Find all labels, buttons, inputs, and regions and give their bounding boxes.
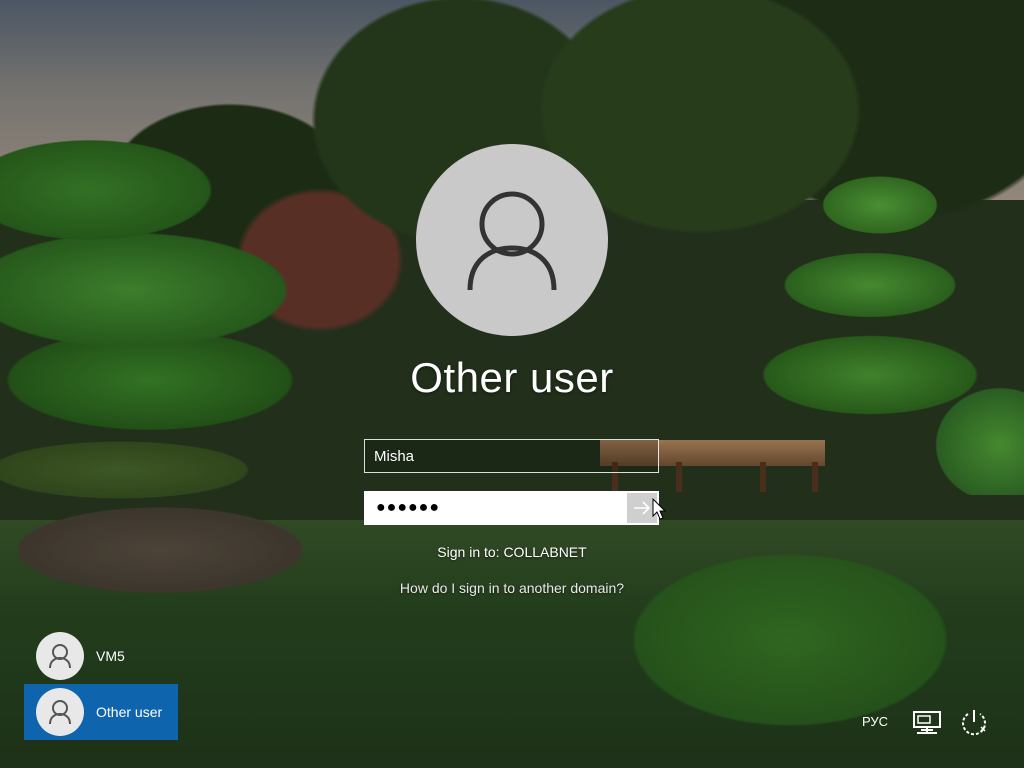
user-tile-other-user[interactable]: Other user: [24, 684, 178, 740]
user-tile-label: Other user: [96, 704, 163, 720]
power-icon: [962, 710, 986, 736]
language-indicator[interactable]: РУС: [862, 714, 888, 729]
user-name-title: Other user: [410, 354, 614, 401]
username-field[interactable]: Misha: [364, 439, 659, 473]
user-tile-label: VM5: [96, 648, 125, 664]
arrow-right-icon: [634, 501, 651, 515]
mouse-cursor-icon: [652, 498, 666, 520]
person-icon: [49, 700, 71, 725]
user-tile-avatar: [36, 632, 84, 680]
password-mask: ●●●●●●: [376, 499, 440, 516]
password-field[interactable]: ●●●●●●: [364, 491, 659, 525]
user-avatar: [416, 144, 608, 336]
network-icon: [913, 711, 941, 734]
username-value: Misha: [374, 447, 415, 465]
power-button[interactable]: [957, 706, 991, 740]
user-tile-avatar: [36, 688, 84, 736]
sign-in-domain-text: Sign in to: COLLABNET: [437, 544, 587, 560]
user-tile-vm5[interactable]: VM5: [24, 628, 178, 684]
network-button[interactable]: [910, 706, 944, 740]
person-icon: [467, 191, 557, 291]
other-domain-help-link[interactable]: How do I sign in to another domain?: [312, 580, 712, 596]
person-icon: [49, 644, 71, 669]
